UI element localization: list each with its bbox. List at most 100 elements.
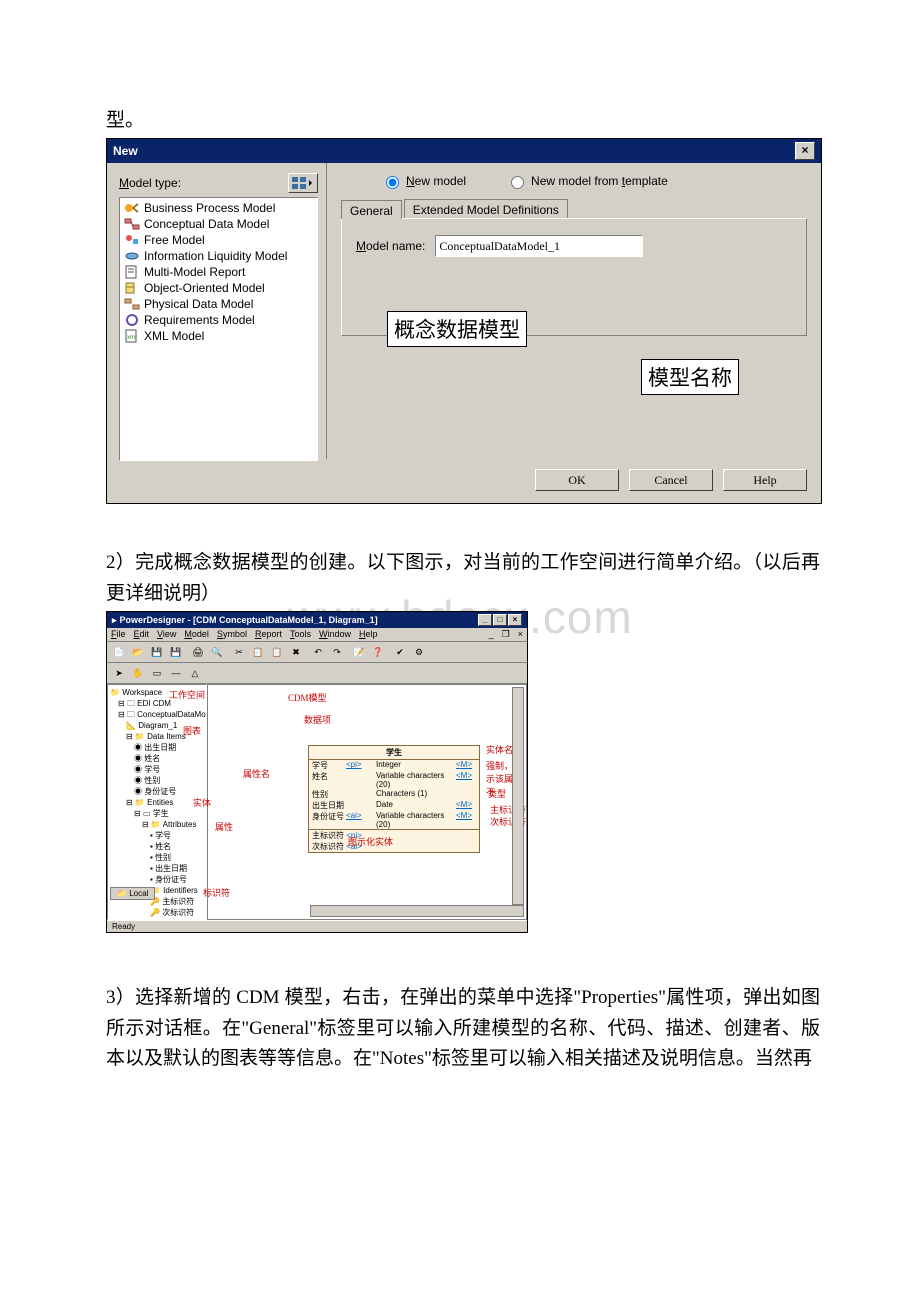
tree-di[interactable]: ◉ 学号 <box>110 764 204 775</box>
oom-icon <box>124 281 140 295</box>
tree-cdm[interactable]: ⊟ 🗀 ConceptualDataModel_1 * <box>110 709 204 720</box>
list-item[interactable]: Multi-Model Report <box>120 264 317 280</box>
pd-title: PowerDesigner - [CDM ConceptualDataModel… <box>120 615 378 625</box>
entity-icon[interactable]: ▭ <box>148 665 166 681</box>
paste-icon[interactable]: 📋 <box>268 644 286 660</box>
tree-entity[interactable]: ⊟ ▭ 学生 <box>110 808 204 819</box>
menu-file[interactable]: File <box>111 629 126 640</box>
local-tab[interactable]: 📁 Local <box>110 887 155 900</box>
tree-di[interactable]: ◉ 出生日期 <box>110 742 204 753</box>
saveall-icon[interactable]: 💾 <box>167 644 185 660</box>
list-item[interactable]: Free Model <box>120 232 317 248</box>
pointer-icon[interactable]: ➤ <box>110 665 128 681</box>
ann-workspace: 工作空间 <box>169 688 205 701</box>
svg-text:xml: xml <box>127 335 136 341</box>
check-icon[interactable]: ✔ <box>391 644 409 660</box>
open-icon[interactable]: 📂 <box>129 644 147 660</box>
help-icon[interactable]: ❓ <box>369 644 387 660</box>
model-type-list[interactable]: Business Process Model Conceptual Data M… <box>119 197 318 461</box>
list-item[interactable]: Business Process Model <box>120 200 317 216</box>
tree-entities[interactable]: ⊟ 📁 Entities <box>110 797 204 808</box>
entity-header: 学生 <box>309 746 479 760</box>
menu-view[interactable]: View <box>157 629 176 640</box>
tree-attr[interactable]: ▪ 性别 <box>110 852 204 863</box>
rqm-icon <box>124 313 140 327</box>
model-name-label: Model name: <box>356 239 425 253</box>
ann-diagram: 图表 <box>183 724 201 737</box>
close-icon[interactable]: × <box>508 614 522 626</box>
dialog-title: New <box>113 144 138 158</box>
mdi-close-icon[interactable]: × <box>518 629 523 640</box>
new-from-template-radio[interactable]: New model from template <box>506 173 668 189</box>
cut-icon[interactable]: ✂ <box>230 644 248 660</box>
minimize-icon[interactable]: _ <box>478 614 492 626</box>
cancel-button[interactable]: Cancel <box>629 469 713 491</box>
model-name-field[interactable] <box>435 235 643 257</box>
menu-report[interactable]: Report <box>255 629 282 640</box>
tree-di[interactable]: ◉ 性别 <box>110 775 204 786</box>
tree-attrs[interactable]: ⊟ 📁 Attributes <box>110 819 204 830</box>
delete-icon[interactable]: ✖ <box>287 644 305 660</box>
menu-window[interactable]: Window <box>319 629 351 640</box>
menu-help[interactable]: Help <box>359 629 378 640</box>
ann-type: 类型 <box>488 787 506 800</box>
entity-symbol[interactable]: 学生 学号<pi>Integer<M> 姓名Variable character… <box>308 745 480 853</box>
ann-dataitem: 数据项 <box>304 713 331 726</box>
help-button[interactable]: Help <box>723 469 807 491</box>
save-icon[interactable]: 💾 <box>148 644 166 660</box>
tree-attr[interactable]: ▪ 姓名 <box>110 841 204 852</box>
pd-app-icon: ▸ <box>112 615 117 626</box>
print-icon[interactable]: 🖨 <box>189 644 207 660</box>
scrollbar-h[interactable] <box>310 905 524 917</box>
list-item[interactable]: Requirements Model <box>120 312 317 328</box>
menu-bar[interactable]: File Edit View Model Symbol Report Tools… <box>107 628 527 642</box>
maximize-icon[interactable]: □ <box>493 614 507 626</box>
new-dialog: New × Model type: Business Process Model… <box>106 138 822 504</box>
undo-icon[interactable]: ↶ <box>309 644 327 660</box>
inherit-icon[interactable]: △ <box>186 665 204 681</box>
new-icon[interactable]: 📄 <box>110 644 128 660</box>
gen-icon[interactable]: ⚙ <box>410 644 428 660</box>
list-item[interactable]: Information Liquidity Model <box>120 248 317 264</box>
paragraph-3: 3）选择新增的 CDM 模型，右击，在弹出的菜单中选择"Properties"属… <box>106 983 820 1074</box>
scrollbar-v[interactable] <box>512 687 524 905</box>
list-item[interactable]: Physical Data Model <box>120 296 317 312</box>
tab-general[interactable]: General <box>341 200 402 219</box>
close-icon[interactable]: × <box>795 142 815 160</box>
tree-di[interactable]: ◉ 姓名 <box>110 753 204 764</box>
tree-attr[interactable]: ▪ 身份证号 <box>110 874 204 885</box>
new-model-radio[interactable]: New model <box>381 173 466 189</box>
toolbar-1: 📄 📂 💾 💾 🖨 🔍 ✂ 📋 📋 ✖ ↶ ↷ 📝 ❓ ✔ <box>107 642 527 663</box>
view-mode-button[interactable] <box>288 173 318 193</box>
rel-icon[interactable]: — <box>167 665 185 681</box>
status-bar: Ready <box>107 920 527 932</box>
preview-icon[interactable]: 🔍 <box>208 644 226 660</box>
props-icon[interactable]: 📝 <box>350 644 368 660</box>
menu-edit[interactable]: Edit <box>134 629 150 640</box>
grabber-icon[interactable]: ✋ <box>129 665 147 681</box>
menu-model[interactable]: Model <box>184 629 209 640</box>
list-item[interactable]: Object-Oriented Model <box>120 280 317 296</box>
menu-symbol[interactable]: Symbol <box>217 629 247 640</box>
tree-id[interactable]: 🔑 次标识符 <box>110 907 204 918</box>
menu-tools[interactable]: Tools <box>290 629 311 640</box>
mdi-minimize-icon[interactable]: _ <box>489 629 494 640</box>
tab-extended[interactable]: Extended Model Definitions <box>404 199 568 218</box>
cdm-icon <box>124 217 140 231</box>
list-item[interactable]: Conceptual Data Model <box>120 216 317 232</box>
tree-attr[interactable]: ▪ 学号 <box>110 830 204 841</box>
powerdesigner-window: ▸ PowerDesigner - [CDM ConceptualDataMod… <box>106 611 528 933</box>
browser-tree[interactable]: 📁 Workspace ⊟ 🗀 EDI CDM ⊟ 🗀 ConceptualDa… <box>107 684 207 920</box>
tree-attr[interactable]: ▪ 出生日期 <box>110 863 204 874</box>
model-type-label: Model type: <box>119 176 288 190</box>
ok-button[interactable]: OK <box>535 469 619 491</box>
copy-icon[interactable]: 📋 <box>249 644 267 660</box>
tree-di[interactable]: ◉ 身份证号 <box>110 786 204 797</box>
diagram-canvas[interactable]: 学生 学号<pi>Integer<M> 姓名Variable character… <box>207 684 527 920</box>
mmr-icon <box>124 265 140 279</box>
mdi-restore-icon[interactable]: ❐ <box>502 629 510 640</box>
list-item[interactable]: xmlXML Model <box>120 328 317 344</box>
ann-cdm: CDM模型 <box>288 691 327 704</box>
ann-attribute: 属性 <box>215 820 233 833</box>
redo-icon[interactable]: ↷ <box>328 644 346 660</box>
